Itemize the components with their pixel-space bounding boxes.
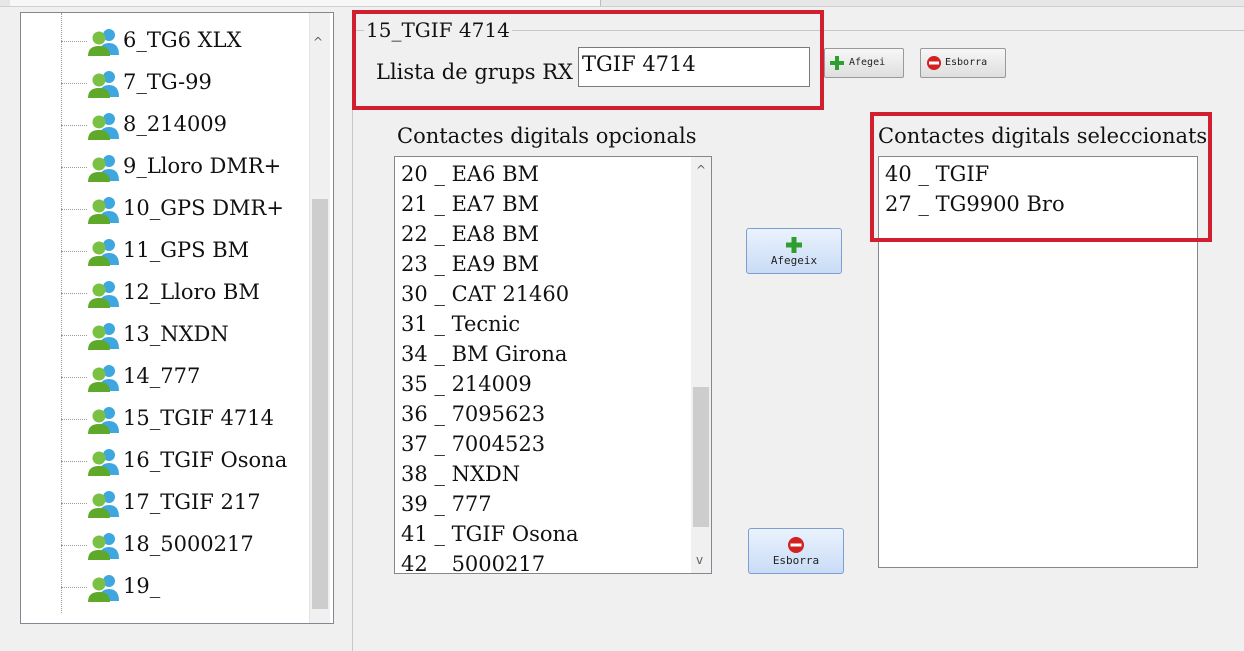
optional-contacts-title: Contactes digitals opcionals: [397, 124, 697, 148]
tree-item-label: 6_TG6 XLX: [123, 28, 242, 52]
tree-connector: [61, 461, 87, 462]
tree-item-label: 16_TGIF Osona: [123, 448, 288, 472]
user-group-icon: [88, 323, 119, 350]
optional-contact-row[interactable]: 22 _ EA8 BM: [401, 221, 539, 248]
optional-contacts-list[interactable]: 20 _ EA6 BM 21 _ EA7 BM 22 _ EA8 BM 23 _ EA…: [394, 156, 712, 574]
tree-connector: [61, 587, 87, 588]
tree-item-label: 10_GPS DMR+: [123, 196, 284, 220]
user-group-icon: [88, 239, 119, 266]
optional-list-scrollbar[interactable]: ^ v: [691, 157, 711, 573]
tree-item[interactable]: 8_214009: [61, 105, 326, 145]
tree-item[interactable]: 10_GPS DMR+: [61, 189, 326, 229]
optional-contact-row[interactable]: 34 _ BM Girona: [401, 341, 567, 368]
tree-connector: [61, 41, 87, 42]
tree-item-label: 12_Lloro BM: [123, 280, 260, 304]
optional-contact-row[interactable]: 23 _ EA9 BM: [401, 251, 539, 278]
user-group-icon: [88, 29, 119, 56]
tree-item[interactable]: 19_: [61, 567, 326, 607]
add-contact-label: Afegeix: [770, 254, 818, 267]
tree-connector: [61, 545, 87, 546]
tree-scrollbar-thumb[interactable]: [312, 199, 328, 609]
user-group-icon: [88, 365, 119, 392]
tree-item-label: 17_TGIF 217: [123, 490, 261, 514]
optional-contact-row[interactable]: 21 _ EA7 BM: [401, 191, 539, 218]
user-group-icon: [88, 113, 119, 140]
tree-connector: [61, 167, 87, 168]
scroll-down-arrow-icon[interactable]: v: [696, 553, 703, 567]
highlight-box-selected-contacts: [870, 112, 1212, 242]
optional-contact-row[interactable]: 36 _ 7095623: [401, 401, 545, 428]
user-group-icon: [88, 575, 119, 602]
tree-connector: [61, 293, 87, 294]
tree-item[interactable]: 9_Lloro DMR+: [61, 147, 326, 187]
tree-item-label: 18_5000217: [123, 532, 254, 556]
tree-item[interactable]: 15_TGIF 4714: [61, 399, 326, 439]
tree-item-label: 7_TG-99: [123, 70, 212, 94]
add-small-label: Afegei: [849, 57, 886, 68]
tree-item[interactable]: 12_Lloro BM: [61, 273, 326, 313]
optional-contact-row[interactable]: 39 _ 777: [401, 491, 492, 518]
tree-connector: [61, 251, 87, 252]
channel-group-tree[interactable]: 6_TG6 XLX 7_TG-99 8_214009 9_Lloro DMR+ 10_G…: [20, 12, 334, 624]
user-group-icon: [88, 281, 119, 308]
optional-contact-row[interactable]: 31 _ Tecnic: [401, 311, 520, 338]
user-group-icon: [88, 533, 119, 560]
tree-item-label: 9_Lloro DMR+: [123, 154, 282, 178]
tree-item[interactable]: 16_TGIF Osona: [61, 441, 326, 481]
tree-item-label: 11_GPS BM: [123, 238, 250, 262]
optional-contact-row[interactable]: 30 _ CAT 21460: [401, 281, 569, 308]
tree-item-label: 8_214009: [123, 112, 228, 136]
tree-item-label: 15_TGIF 4714: [123, 406, 274, 430]
tree-connector: [61, 335, 87, 336]
tree-connector: [61, 503, 87, 504]
delete-small-label: Esborra: [945, 57, 988, 68]
user-group-icon: [88, 71, 119, 98]
tree-item[interactable]: 11_GPS BM: [61, 231, 326, 271]
tree-connector: [61, 125, 87, 126]
delete-small-button[interactable]: Esborra: [920, 48, 1006, 78]
optional-contact-row[interactable]: 35 _ 214009: [401, 371, 532, 398]
plus-icon: [830, 56, 844, 70]
minus-circle-icon: [788, 537, 804, 553]
tree-connector: [61, 209, 87, 210]
tree-item[interactable]: 7_TG-99: [61, 63, 326, 103]
tree-connector: [61, 419, 87, 420]
user-group-icon: [88, 197, 119, 224]
user-group-icon: [88, 491, 119, 518]
delete-contact-button[interactable]: Esborra: [748, 528, 844, 574]
tree-item[interactable]: 18_5000217: [61, 525, 326, 565]
tree-item-label: 19_: [123, 574, 161, 598]
delete-contact-label: Esborra: [772, 554, 820, 567]
user-group-icon: [88, 407, 119, 434]
tree-item[interactable]: 6_TG6 XLX: [61, 21, 326, 61]
scroll-up-arrow-icon[interactable]: ^: [696, 163, 706, 177]
scroll-up-arrow-icon[interactable]: ^: [313, 35, 323, 49]
tree-connector-line: [61, 13, 62, 613]
optional-contact-row[interactable]: 42 _ 5000217: [401, 551, 545, 573]
tree-item[interactable]: 17_TGIF 217: [61, 483, 326, 523]
minus-circle-icon: [927, 56, 941, 70]
tree-connector: [61, 83, 87, 84]
tree-item[interactable]: 13_NXDN: [61, 315, 326, 355]
optional-list-scrollbar-thumb[interactable]: [693, 387, 709, 527]
user-group-icon: [88, 155, 119, 182]
plus-icon: [786, 237, 802, 253]
tree-item-label: 14_777: [123, 364, 201, 388]
highlight-box-group-header: [352, 10, 824, 110]
tree-item[interactable]: 14_777: [61, 357, 326, 397]
optional-contact-row[interactable]: 41 _ TGIF Osona: [401, 521, 579, 548]
tree-item-label: 13_NXDN: [123, 322, 229, 346]
tree-scrollbar[interactable]: ^: [309, 13, 330, 623]
top-tab-strip: [0, 0, 1244, 7]
optional-contact-row[interactable]: 38 _ NXDN: [401, 461, 520, 488]
tree-connector: [61, 377, 87, 378]
optional-contact-row[interactable]: 37 _ 7004523: [401, 431, 545, 458]
add-small-button[interactable]: Afegei: [824, 48, 904, 78]
user-group-icon: [88, 449, 119, 476]
optional-contact-row[interactable]: 20 _ EA6 BM: [401, 161, 539, 188]
add-contact-button[interactable]: Afegeix: [746, 228, 842, 274]
